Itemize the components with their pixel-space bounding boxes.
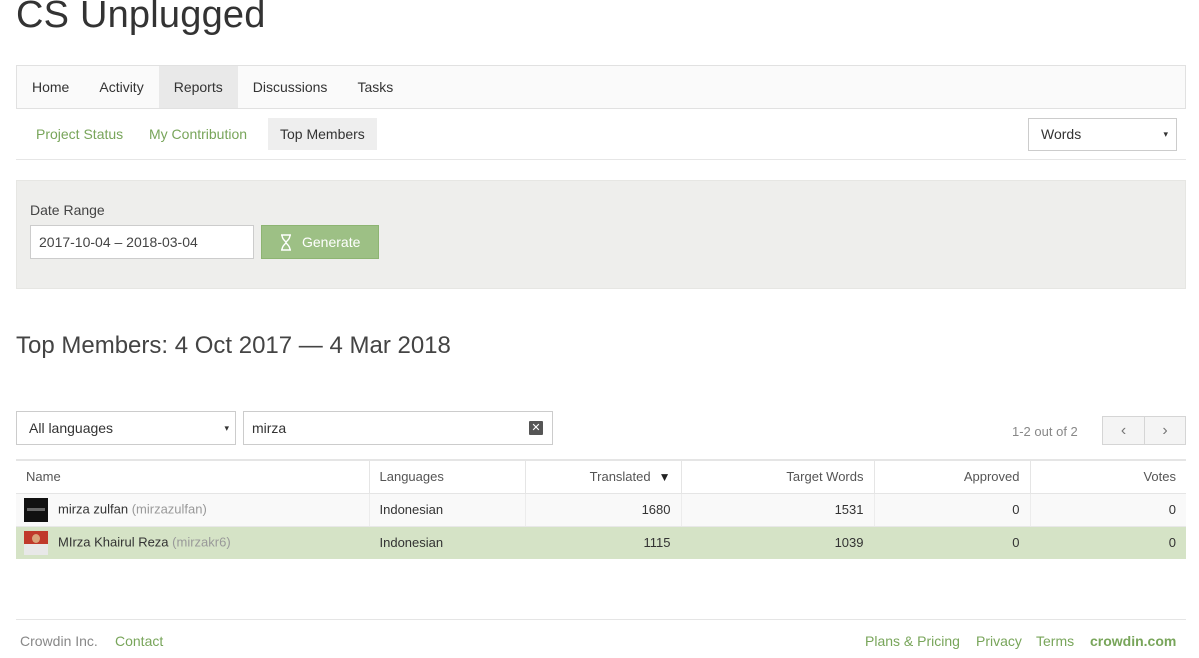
nav-home[interactable]: Home	[17, 66, 84, 108]
target-words-cell: 1531	[680, 493, 874, 527]
chevron-down-icon: ▾	[224, 423, 229, 433]
app-title: CS Unplugged	[16, 0, 266, 36]
column-header-translated-label: Translated	[589, 469, 651, 485]
member-name[interactable]: MIrza Khairul Reza	[58, 534, 169, 549]
language-select-value: All languages	[29, 420, 114, 436]
metric-select-value: Words	[1041, 126, 1082, 142]
metric-select[interactable]: Words ▾	[1028, 118, 1177, 151]
table-row: MIrza Khairul Reza (mirzakr6) Indonesian…	[16, 526, 1186, 559]
tab-my-contribution[interactable]: My Contribution	[137, 118, 259, 150]
footer-privacy-link[interactable]: Privacy	[976, 633, 1022, 649]
nav-discussions[interactable]: Discussions	[238, 66, 343, 108]
section-title: Top Members: 4 Oct 2017 — 4 Mar 2018	[16, 332, 451, 359]
member-username: (mirzakr6)	[172, 534, 231, 550]
next-page-button[interactable]: ›	[1143, 417, 1185, 444]
hourglass-icon	[281, 234, 291, 251]
column-header-languages[interactable]: Languages	[368, 459, 525, 494]
footer-brand-link[interactable]: crowdin.com	[1090, 633, 1176, 649]
member-cell: mirza zulfan (mirzazulfan)	[16, 493, 369, 527]
member-username: (mirzazulfan)	[131, 500, 207, 516]
clear-icon[interactable]: ✕	[529, 421, 543, 435]
column-header-approved[interactable]: Approved	[873, 459, 1030, 494]
avatar	[24, 497, 48, 522]
tab-top-members[interactable]: Top Members	[268, 118, 377, 150]
sort-desc-icon: ▼	[658, 470, 671, 485]
filter-panel: Date Range 2017-10-04 – 2018-03-04 Gener…	[16, 180, 1186, 289]
approved-cell: 0	[873, 526, 1030, 559]
footer: Crowdin Inc. Contact Plans & Pricing Pri…	[16, 619, 1186, 658]
column-header-target-words[interactable]: Target Words	[680, 459, 874, 494]
chevron-down-icon: ▾	[1163, 129, 1168, 139]
table-row: mirza zulfan (mirzazulfan) Indonesian 16…	[16, 493, 1186, 527]
target-words-cell: 1039	[680, 526, 874, 559]
top-members-table: Name Languages Translated ▼ Target Words …	[16, 459, 1186, 559]
table-header-row: Name Languages Translated ▼ Target Words …	[16, 459, 1186, 494]
prev-page-button[interactable]: ‹	[1103, 417, 1144, 444]
footer-contact-link[interactable]: Contact	[115, 633, 163, 649]
approved-cell: 0	[873, 493, 1030, 527]
footer-plans-link[interactable]: Plans & Pricing	[865, 633, 960, 649]
column-header-translated[interactable]: Translated ▼	[524, 459, 681, 494]
column-header-name[interactable]: Name	[16, 459, 369, 494]
member-cell: MIrza Khairul Reza (mirzakr6)	[16, 526, 369, 559]
footer-company: Crowdin Inc.	[20, 633, 98, 649]
column-header-votes[interactable]: Votes	[1029, 459, 1186, 494]
nav-reports[interactable]: Reports	[158, 66, 238, 108]
date-range-input[interactable]: 2017-10-04 – 2018-03-04	[30, 225, 254, 259]
votes-cell: 0	[1029, 526, 1186, 559]
language-cell: Indonesian	[368, 493, 525, 527]
generate-button[interactable]: Generate	[261, 225, 379, 259]
pagination-info: 1-2 out of 2	[1012, 424, 1078, 439]
translated-cell: 1115	[524, 526, 681, 559]
language-select[interactable]: All languages ▾	[16, 411, 236, 445]
translated-cell: 1680	[524, 493, 681, 527]
avatar	[24, 530, 48, 555]
reports-sub-nav: Project Status My Contribution Top Membe…	[16, 118, 1186, 160]
generate-button-label: Generate	[302, 234, 361, 250]
member-name[interactable]: mirza zulfan	[58, 501, 128, 516]
votes-cell: 0	[1029, 493, 1186, 527]
footer-terms-link[interactable]: Terms	[1036, 633, 1074, 649]
main-nav: Home Activity Reports Discussions Tasks	[16, 65, 1186, 109]
pagination: ‹ ›	[1102, 416, 1186, 445]
language-cell: Indonesian	[368, 526, 525, 559]
nav-activity[interactable]: Activity	[84, 66, 158, 108]
member-search-input[interactable]: mirza ✕	[243, 411, 553, 445]
search-input-value: mirza	[252, 420, 287, 436]
nav-tasks[interactable]: Tasks	[342, 66, 408, 108]
date-range-label: Date Range	[30, 202, 105, 218]
tab-project-status[interactable]: Project Status	[24, 118, 135, 150]
